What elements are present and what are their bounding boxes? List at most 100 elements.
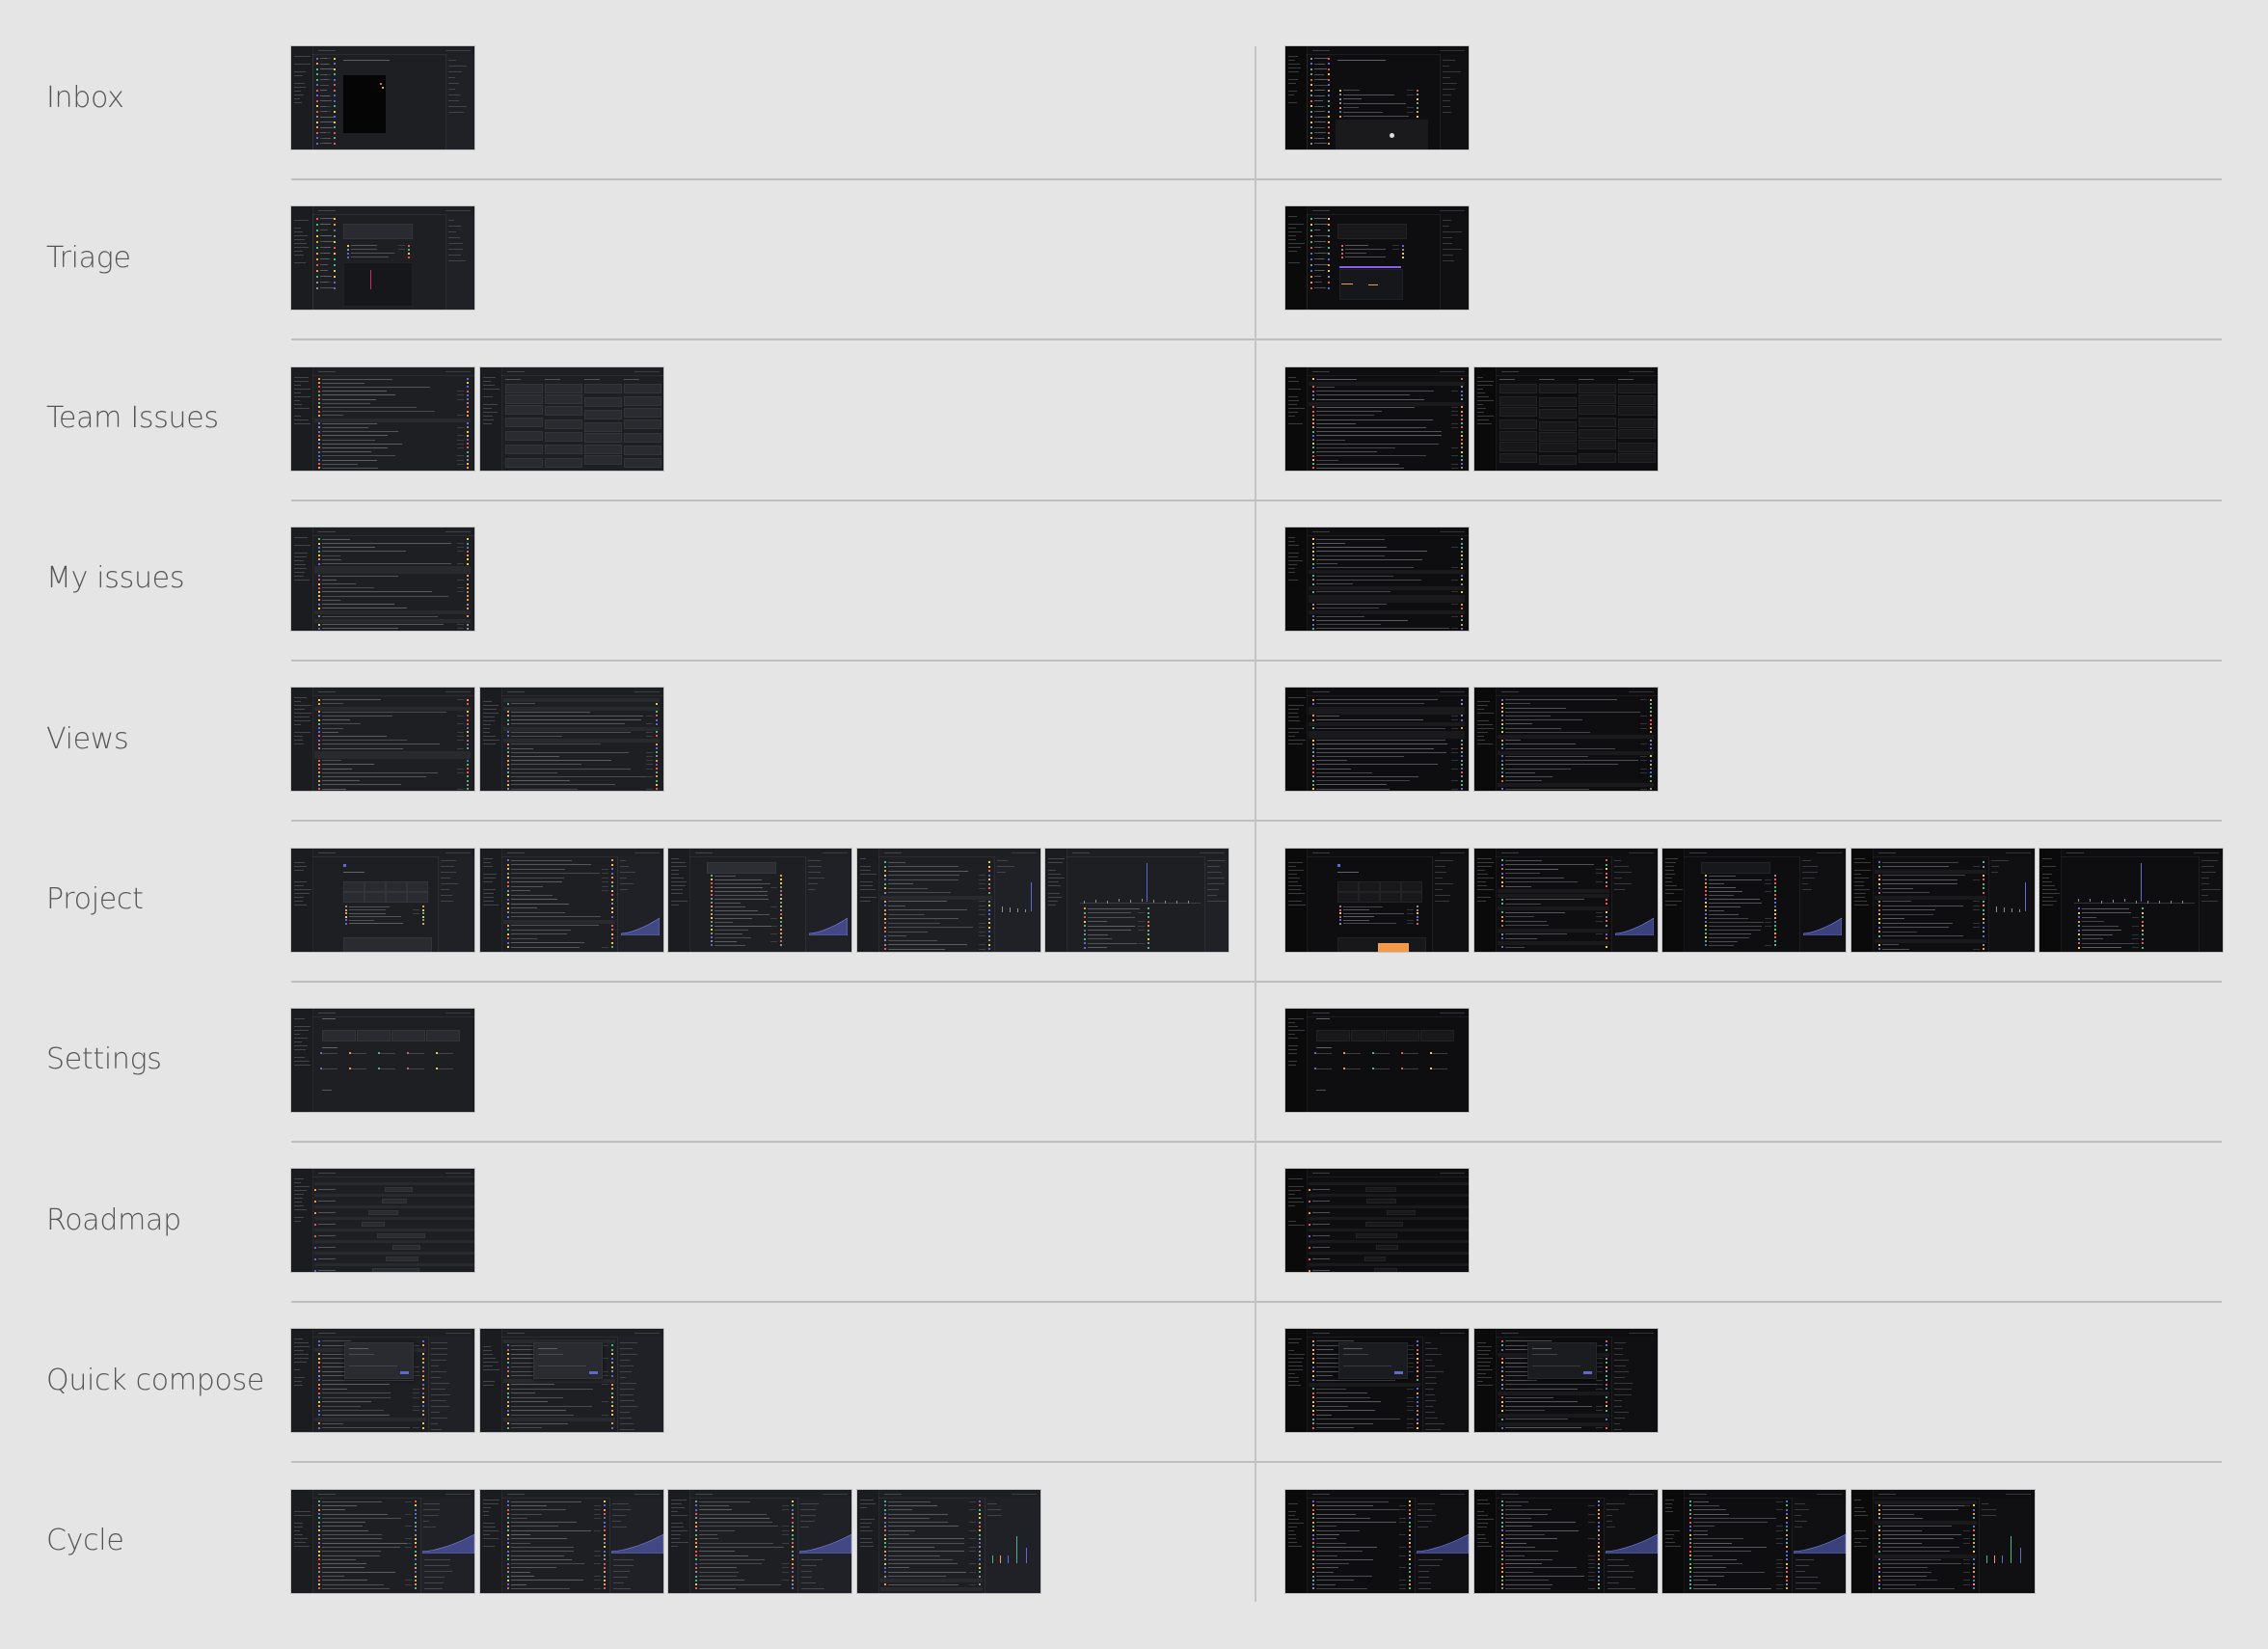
screenshot-thumbnail-list[interactable] <box>291 366 474 471</box>
avatar-icon <box>655 731 658 734</box>
setting-row <box>438 1068 453 1069</box>
label-chip <box>1776 1567 1783 1569</box>
label-chip <box>1451 615 1458 617</box>
avatar-icon <box>987 874 990 877</box>
avatar-icon <box>1417 919 1418 921</box>
issue-title-line <box>1693 1583 1717 1585</box>
avatar-icon <box>467 538 469 541</box>
sidebar-item <box>1476 1381 1484 1383</box>
status-icon <box>1500 1362 1503 1365</box>
screenshot-thumbnail-triage[interactable] <box>291 206 474 311</box>
issue-title-line <box>699 1542 773 1544</box>
issue-title-line <box>322 624 444 626</box>
screenshot-thumbnail-settings[interactable] <box>291 1008 474 1112</box>
issue-title-line <box>887 935 907 936</box>
screenshot-thumbnail-cycle-insights[interactable] <box>856 1489 1040 1593</box>
status-icon <box>1312 1344 1314 1347</box>
status-icon <box>1312 1426 1314 1429</box>
settings-card <box>426 1029 460 1041</box>
sidebar-item <box>294 1033 301 1035</box>
avatar-icon <box>1774 898 1776 900</box>
screenshot-thumbnail-triage[interactable] <box>1285 206 1469 311</box>
screenshot-thumbnail-inbox[interactable] <box>291 46 474 149</box>
label-chip <box>593 1580 601 1581</box>
label-chip <box>1138 930 1145 931</box>
issue-title-line <box>1316 760 1347 762</box>
toolbar-buttons <box>446 530 471 532</box>
avatar-icon <box>1605 1418 1607 1420</box>
screenshot-thumbnail-board[interactable] <box>479 366 663 471</box>
issue-title-line <box>1316 386 1335 388</box>
screenshot-thumbnail-cycle[interactable] <box>291 1489 474 1593</box>
label-chip <box>1318 132 1325 133</box>
screenshot-thumbnail-project-insights[interactable] <box>2039 848 2223 952</box>
screenshot-thumbnail-compose[interactable] <box>1473 1329 1658 1433</box>
issue-title-line <box>322 583 357 585</box>
issue-title-line <box>715 944 745 946</box>
screenshot-thumbnail-settings[interactable] <box>1285 1008 1469 1112</box>
screenshot-thumbnail-list[interactable] <box>479 688 663 792</box>
screenshot-thumbnail-list[interactable] <box>291 527 474 631</box>
screenshot-thumbnail-project-issues-chart[interactable] <box>1850 848 2035 952</box>
screenshot-thumbnail-compose[interactable] <box>479 1329 663 1433</box>
screenshot-thumbnail-list[interactable] <box>1285 527 1469 631</box>
screenshot-thumbnail-project-insights[interactable] <box>1045 848 1228 952</box>
avatar-icon <box>978 1504 981 1507</box>
status-icon <box>1312 718 1314 721</box>
sidebar-item <box>1288 904 1306 906</box>
screenshot-thumbnail-board[interactable] <box>1473 366 1658 471</box>
screenshot-thumbnail-list[interactable] <box>1285 688 1469 792</box>
toolbar-buttons <box>446 1012 471 1014</box>
property-line <box>423 1508 441 1510</box>
status-icon <box>1312 579 1314 581</box>
screenshot-thumbnail-cycle[interactable] <box>1473 1489 1658 1593</box>
screenshot-thumbnail-project-doc[interactable] <box>668 848 851 952</box>
issue-title-line <box>1881 1551 1950 1553</box>
screenshot-thumbnail-list[interactable] <box>1285 366 1469 471</box>
property-line <box>1795 1508 1809 1510</box>
status-icon <box>1705 944 1707 946</box>
screenshot-thumbnail-roadmap[interactable] <box>291 1169 474 1273</box>
issue-title-line <box>322 402 370 404</box>
screenshot-thumbnail-inbox[interactable] <box>1285 46 1469 149</box>
status-icon <box>1877 931 1880 933</box>
screenshot-thumbnail-project-doc[interactable] <box>1662 848 1846 952</box>
screenshot-thumbnail-roadmap[interactable] <box>1285 1169 1469 1273</box>
property-line <box>619 877 628 879</box>
avatar-icon <box>1461 406 1463 409</box>
screenshot-thumbnail-project-overview[interactable] <box>1285 848 1469 952</box>
timeline-bar <box>1356 1233 1398 1239</box>
avatar-icon <box>467 467 469 470</box>
screenshot-thumbnail-list[interactable] <box>1473 688 1658 792</box>
status-icon <box>318 603 320 606</box>
screenshot-thumbnail-compose[interactable] <box>291 1329 474 1433</box>
toolbar-buttons <box>1440 1173 1465 1175</box>
screenshot-thumbnail-project-issues[interactable] <box>1473 848 1658 952</box>
status-icon <box>1705 879 1707 880</box>
screenshot-thumbnail-cycle[interactable] <box>1662 1489 1846 1593</box>
status-icon <box>1312 1554 1314 1557</box>
status-icon <box>1500 1542 1503 1545</box>
breadcrumb <box>1312 1173 1330 1175</box>
screenshot-thumbnail-cycle[interactable] <box>1285 1489 1469 1593</box>
setting-row <box>1374 1068 1390 1069</box>
screenshot-thumbnail-project-issues[interactable] <box>479 848 663 952</box>
status-icon <box>1877 1533 1880 1536</box>
screenshot-thumbnail-compose[interactable] <box>1285 1329 1469 1433</box>
screenshot-thumbnail-cycle-insights[interactable] <box>1850 1489 2035 1593</box>
avatar-icon <box>792 1500 794 1503</box>
screenshot-thumbnail-list[interactable] <box>291 688 474 792</box>
screenshot-thumbnail-project-issues-chart[interactable] <box>856 848 1040 952</box>
avatar-icon <box>1786 1517 1788 1520</box>
sidebar-item <box>1476 900 1486 902</box>
avatar-icon <box>978 1583 981 1586</box>
status-icon <box>318 763 320 766</box>
label-chip <box>968 1571 976 1573</box>
screenshot-thumbnail-project-overview[interactable] <box>291 848 474 952</box>
label-chip <box>1962 1583 1970 1585</box>
avatar-icon <box>780 906 782 907</box>
label-chip <box>782 1563 789 1565</box>
screenshot-thumbnail-cycle[interactable] <box>479 1489 663 1593</box>
setting-icon <box>1314 1068 1316 1070</box>
screenshot-thumbnail-cycle[interactable] <box>668 1489 851 1593</box>
